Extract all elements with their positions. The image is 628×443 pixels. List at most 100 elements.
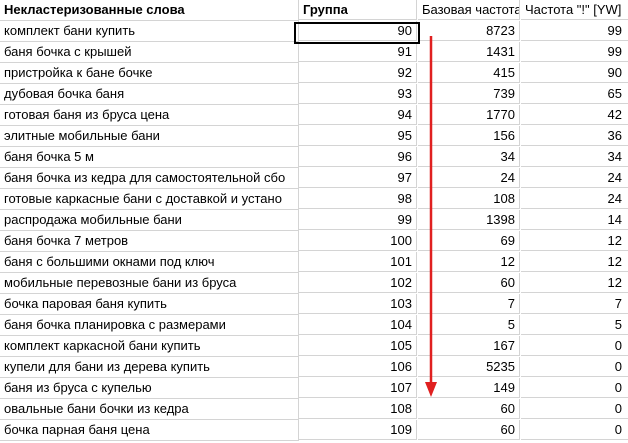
table-row: мобильные перевозные бани из бруса 102 60 1… <box>0 273 628 294</box>
keyword-cell[interactable]: баня бочка из кедра для самостоятельной … <box>0 168 299 189</box>
keyword-cell[interactable]: мобильные перевозные бани из бруса <box>0 273 299 294</box>
keyword-cell[interactable]: пристройка к бане бочке <box>0 63 299 84</box>
base-frequency-cell[interactable]: 5 <box>418 315 520 335</box>
group-cell[interactable]: 91 <box>299 42 417 62</box>
keyword-cell[interactable]: готовая баня из бруса цена <box>0 105 299 126</box>
table-row: дубовая бочка баня 93 739 65 <box>0 84 628 105</box>
table-row: баня бочка 7 метров 100 69 12 <box>0 231 628 252</box>
exact-frequency-cell[interactable]: 12 <box>521 231 628 251</box>
table-row: бочка паровая баня купить 103 7 7 <box>0 294 628 315</box>
exact-frequency-cell[interactable]: 0 <box>521 336 628 356</box>
exact-frequency-cell[interactable]: 24 <box>521 168 628 188</box>
group-cell[interactable]: 95 <box>299 126 417 146</box>
keyword-cell[interactable]: баня бочка 7 метров <box>0 231 299 252</box>
group-cell[interactable]: 98 <box>299 189 417 209</box>
group-cell[interactable]: 101 <box>299 252 417 272</box>
group-cell[interactable]: 96 <box>299 147 417 167</box>
keyword-cell[interactable]: комплект бани купить <box>0 21 299 42</box>
keyword-cell[interactable]: купели для бани из дерева купить <box>0 357 299 378</box>
exact-frequency-cell[interactable]: 7 <box>521 294 628 314</box>
base-frequency-cell[interactable]: 167 <box>418 336 520 356</box>
base-frequency-cell[interactable]: 149 <box>418 378 520 398</box>
exact-frequency-cell[interactable]: 90 <box>521 63 628 83</box>
keyword-cell[interactable]: баня бочка 5 м <box>0 147 299 168</box>
exact-frequency-cell[interactable]: 0 <box>521 420 628 440</box>
keyword-cell[interactable]: готовые каркасные бани с доставкой и уст… <box>0 189 299 210</box>
keyword-cell[interactable]: дубовая бочка баня <box>0 84 299 105</box>
table-row: баня бочка 5 м 96 34 34 <box>0 147 628 168</box>
group-cell[interactable]: 100 <box>299 231 417 251</box>
header-exact-frequency[interactable]: Частота "!" [YW] <box>521 0 628 20</box>
table-row: пристройка к бане бочке 92 415 90 <box>0 63 628 84</box>
header-row: Неклaстеризованные слова Группа Базовая … <box>0 0 628 21</box>
group-cell[interactable]: 102 <box>299 273 417 293</box>
exact-frequency-cell[interactable]: 14 <box>521 210 628 230</box>
table-row: готовые каркасные бани с доставкой и уст… <box>0 189 628 210</box>
keyword-cell[interactable]: элитные мобильные бани <box>0 126 299 147</box>
group-cell[interactable]: 107 <box>299 378 417 398</box>
exact-frequency-cell[interactable]: 12 <box>521 252 628 272</box>
group-cell[interactable]: 108 <box>299 399 417 419</box>
exact-frequency-cell[interactable]: 42 <box>521 105 628 125</box>
base-frequency-cell[interactable]: 69 <box>418 231 520 251</box>
keyword-cell[interactable]: баня с большими окнами под ключ <box>0 252 299 273</box>
table-row: овальные бани бочки из кедра 108 60 0 <box>0 399 628 420</box>
base-frequency-cell[interactable]: 12 <box>418 252 520 272</box>
header-keywords[interactable]: Неклaстеризованные слова <box>0 0 299 21</box>
group-cell[interactable]: 103 <box>299 294 417 314</box>
base-frequency-cell[interactable]: 1770 <box>418 105 520 125</box>
group-cell[interactable]: 104 <box>299 315 417 335</box>
exact-frequency-cell[interactable]: 0 <box>521 357 628 377</box>
base-frequency-cell[interactable]: 1431 <box>418 42 520 62</box>
table-row: готовая баня из бруса цена 94 1770 42 <box>0 105 628 126</box>
base-frequency-cell[interactable]: 5235 <box>418 357 520 377</box>
base-frequency-cell[interactable]: 739 <box>418 84 520 104</box>
group-cell[interactable]: 105 <box>299 336 417 356</box>
table-row: распродажа мобильные бани 99 1398 14 <box>0 210 628 231</box>
keyword-cell[interactable]: баня бочка планировка с размерами <box>0 315 299 336</box>
keyword-cell[interactable]: комплект каркасной бани купить <box>0 336 299 357</box>
base-frequency-cell[interactable]: 60 <box>418 273 520 293</box>
base-frequency-cell[interactable]: 34 <box>418 147 520 167</box>
group-cell[interactable]: 99 <box>299 210 417 230</box>
table-row: баня бочка из кедра для самостоятельной … <box>0 168 628 189</box>
keyword-cell[interactable]: овальные бани бочки из кедра <box>0 399 299 420</box>
base-frequency-cell[interactable]: 8723 <box>418 21 520 41</box>
group-cell[interactable]: 94 <box>299 105 417 125</box>
group-cell[interactable]: 92 <box>299 63 417 83</box>
base-frequency-cell[interactable]: 7 <box>418 294 520 314</box>
group-cell[interactable]: 97 <box>299 168 417 188</box>
exact-frequency-cell[interactable]: 0 <box>521 378 628 398</box>
exact-frequency-cell[interactable]: 99 <box>521 21 628 41</box>
header-group[interactable]: Группа <box>299 0 417 20</box>
keyword-cell[interactable]: баня бочка с крышей <box>0 42 299 63</box>
spreadsheet: Неклaстеризованные слова Группа Базовая … <box>0 0 628 443</box>
group-cell[interactable]: 93 <box>299 84 417 104</box>
exact-frequency-cell[interactable]: 12 <box>521 273 628 293</box>
exact-frequency-cell[interactable]: 34 <box>521 147 628 167</box>
table-row: комплект каркасной бани купить 105 167 0 <box>0 336 628 357</box>
exact-frequency-cell[interactable]: 65 <box>521 84 628 104</box>
base-frequency-cell[interactable]: 60 <box>418 420 520 440</box>
exact-frequency-cell[interactable]: 0 <box>521 399 628 419</box>
keyword-cell[interactable]: распродажа мобильные бани <box>0 210 299 231</box>
base-frequency-cell[interactable]: 156 <box>418 126 520 146</box>
base-frequency-cell[interactable]: 60 <box>418 399 520 419</box>
base-frequency-cell[interactable]: 108 <box>418 189 520 209</box>
exact-frequency-cell[interactable]: 99 <box>521 42 628 62</box>
table-row: комплект бани купить 90 8723 99 <box>0 21 628 42</box>
keyword-cell[interactable]: бочка паровая баня купить <box>0 294 299 315</box>
exact-frequency-cell[interactable]: 5 <box>521 315 628 335</box>
header-base-frequency[interactable]: Базовая частота <box>418 0 520 20</box>
keyword-cell[interactable]: бочка парная баня цена <box>0 420 299 441</box>
base-frequency-cell[interactable]: 415 <box>418 63 520 83</box>
group-cell[interactable]: 90 <box>299 21 417 41</box>
base-frequency-cell[interactable]: 1398 <box>418 210 520 230</box>
group-cell[interactable]: 106 <box>299 357 417 377</box>
keyword-cell[interactable]: баня из бруса с купелью <box>0 378 299 399</box>
exact-frequency-cell[interactable]: 24 <box>521 189 628 209</box>
exact-frequency-cell[interactable]: 36 <box>521 126 628 146</box>
group-cell[interactable]: 109 <box>299 420 417 440</box>
table-row: баня с большими окнами под ключ 101 12 12 <box>0 252 628 273</box>
base-frequency-cell[interactable]: 24 <box>418 168 520 188</box>
